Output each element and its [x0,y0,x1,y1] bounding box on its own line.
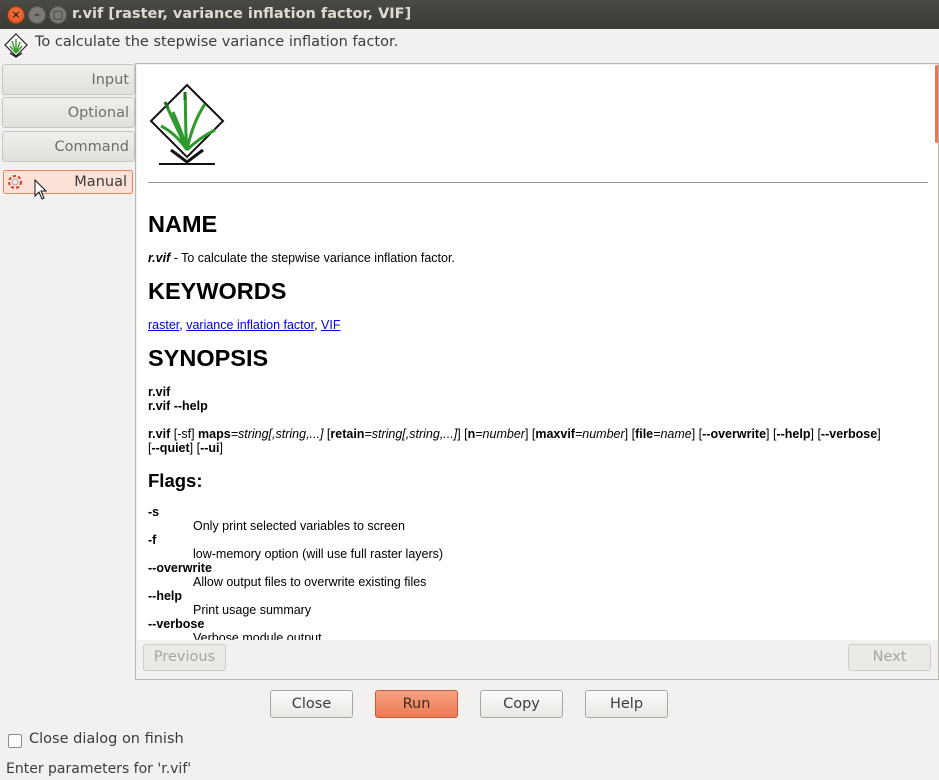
lifebuoy-icon [8,175,22,189]
flag-name: -s [148,505,160,519]
synopsis-line-1: r.vif [148,385,171,399]
window-close-button[interactable]: × [7,6,25,24]
flag-name: -f [148,533,157,547]
keyword-link-raster[interactable]: raster [148,318,179,332]
status-bar: Enter parameters for 'r.vif' [6,761,192,777]
tab-manual[interactable]: Manual [3,170,133,194]
heading-keywords: KEYWORDS [148,278,287,304]
keyword-link-vif-factor[interactable]: variance inflation factor [186,318,314,332]
module-description-bar: To calculate the stepwise variance infla… [0,29,939,63]
name-cmd: r.vif [148,251,171,265]
window-maximize-button[interactable]: □ [49,6,67,24]
module-description: To calculate the stepwise variance infla… [35,34,399,50]
flag-name: --help [148,589,183,603]
flag-desc: Print usage summary [193,603,312,617]
mouse-cursor-icon [34,179,48,200]
divider [148,182,928,183]
synopsis-line-2: r.vif --help [148,399,208,413]
heading-flags: Flags: [148,470,203,491]
previous-button[interactable]: Previous [143,644,226,671]
tab-optional[interactable]: Optional [2,97,135,128]
copy-button[interactable]: Copy [480,690,563,718]
flag-desc: Allow output files to overwrite existing… [193,575,427,589]
scrollbar-thumb[interactable] [935,65,938,143]
keywords-line: raster, variance inflation factor, VIF [148,318,341,332]
run-button[interactable]: Run [375,690,458,718]
tab-manual-label: Manual [74,174,127,190]
manual-document[interactable]: NAME r.vif - To calculate the stepwise v… [137,65,938,640]
heading-name: NAME [148,211,218,237]
flag-name: --verbose [148,617,205,631]
close-on-finish-checkbox[interactable] [8,734,22,748]
close-button[interactable]: Close [270,690,353,718]
close-on-finish-label[interactable]: Close dialog on finish [29,731,184,747]
grass-gis-logo [149,83,225,165]
flag-name: --overwrite [148,561,212,575]
flag-desc: low-memory option (will use full raster … [193,547,444,561]
grass-logo-icon [4,33,28,58]
window-minimize-button[interactable]: – [28,6,46,24]
keyword-link-vif[interactable]: VIF [321,318,340,332]
tab-input[interactable]: Input [2,64,135,95]
title-bar: × – □ r.vif [raster, variance inflation … [0,0,939,29]
manual-scrollbar[interactable] [934,65,938,640]
name-line: r.vif - To calculate the stepwise varian… [148,251,455,265]
manual-pane: NAME r.vif - To calculate the stepwise v… [135,63,939,680]
flag-desc: Verbose module output [193,631,322,640]
tab-command-output[interactable]: Command output [2,131,135,185]
heading-synopsis: SYNOPSIS [148,345,269,371]
window-title: r.vif [raster, variance inflation factor… [72,6,412,22]
help-button[interactable]: Help [585,690,668,718]
usage-line: r.vif [-sf] maps=string[,string,...] [re… [148,427,881,441]
next-button[interactable]: Next [848,644,931,671]
notebook-tabs: Input Optional Command output Manual [0,63,136,199]
name-desc: - To calculate the stepwise variance inf… [170,251,455,265]
flag-desc: Only print selected variables to screen [193,519,405,533]
usage-line-2: [--quiet] [--ui] [148,441,224,455]
